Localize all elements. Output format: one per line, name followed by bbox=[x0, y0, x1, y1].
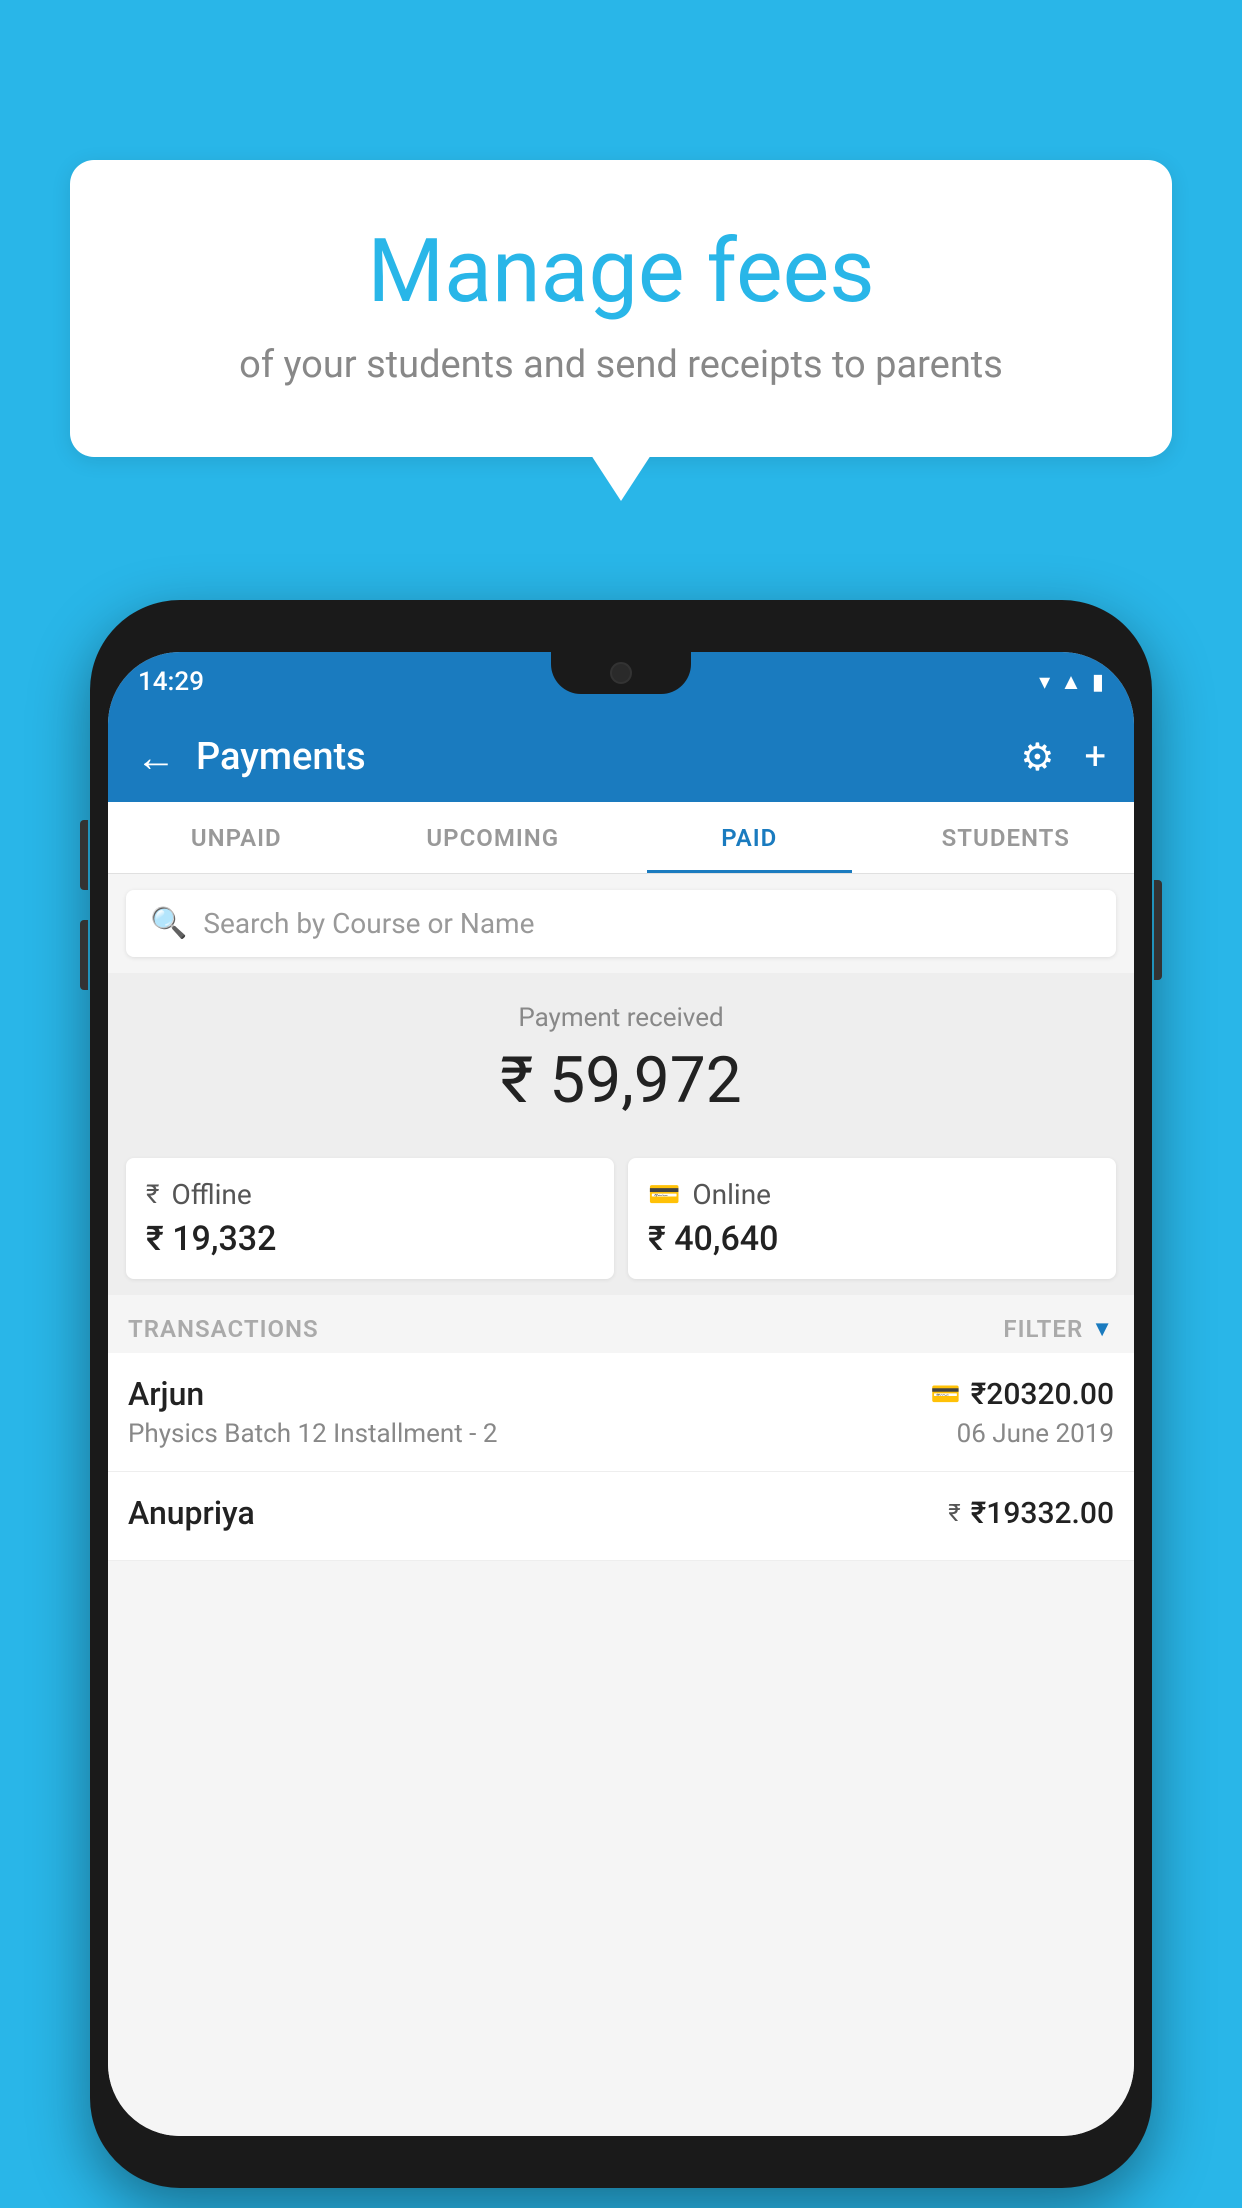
tab-students[interactable]: STUDENTS bbox=[878, 802, 1135, 873]
transaction-course: Physics Batch 12 Installment - 2 bbox=[128, 1419, 497, 1449]
offline-card-header: ₹ Offline bbox=[146, 1178, 594, 1211]
payment-received-amount: ₹ 59,972 bbox=[128, 1043, 1114, 1118]
signal-icon: ▲ bbox=[1060, 669, 1082, 695]
tab-upcoming[interactable]: UPCOMING bbox=[365, 802, 622, 873]
battery-icon: ▮ bbox=[1092, 670, 1104, 695]
speech-bubble: Manage fees of your students and send re… bbox=[70, 160, 1172, 457]
speech-bubble-subtitle: of your students and send receipts to pa… bbox=[120, 343, 1122, 387]
content-area: 🔍 Search by Course or Name Payment recei… bbox=[108, 874, 1134, 2136]
phone-screen: 14:29 ▾ ▲ ▮ ← Payments ⚙ + UNPAID UPCOMI… bbox=[108, 652, 1134, 2136]
back-button[interactable]: ← bbox=[136, 734, 176, 781]
transaction-date: 06 June 2019 bbox=[957, 1419, 1114, 1449]
search-input[interactable]: Search by Course or Name bbox=[203, 907, 534, 940]
transaction-top-row: Arjun 💳 ₹20320.00 bbox=[128, 1375, 1114, 1413]
add-button[interactable]: + bbox=[1084, 735, 1106, 779]
status-icons: ▾ ▲ ▮ bbox=[1039, 669, 1104, 695]
online-payment-card: 💳 Online ₹ 40,640 bbox=[628, 1158, 1116, 1279]
online-label: Online bbox=[692, 1178, 771, 1211]
transaction-amount: ₹20320.00 bbox=[971, 1377, 1114, 1412]
app-bar-actions: ⚙ + bbox=[1020, 735, 1106, 780]
transaction-name: Anupriya bbox=[128, 1494, 255, 1532]
online-card-header: 💳 Online bbox=[648, 1178, 1096, 1211]
camera bbox=[610, 662, 632, 684]
payment-received-label: Payment received bbox=[128, 1003, 1114, 1033]
filter-label: FILTER bbox=[1003, 1315, 1083, 1343]
search-bar[interactable]: 🔍 Search by Course or Name bbox=[126, 890, 1116, 957]
offline-icon: ₹ bbox=[146, 1180, 159, 1210]
payment-cards-row: ₹ Offline ₹ 19,332 💳 Online ₹ 40,640 bbox=[108, 1142, 1134, 1295]
phone-shell: 14:29 ▾ ▲ ▮ ← Payments ⚙ + UNPAID UPCOMI… bbox=[90, 600, 1152, 2188]
filter-icon: ▼ bbox=[1091, 1316, 1114, 1342]
app-title: Payments bbox=[196, 735, 1000, 779]
transaction-name: Arjun bbox=[128, 1375, 204, 1413]
speech-bubble-title: Manage fees bbox=[120, 220, 1122, 323]
settings-button[interactable]: ⚙ bbox=[1020, 735, 1054, 780]
transaction-row[interactable]: Arjun 💳 ₹20320.00 Physics Batch 12 Insta… bbox=[108, 1353, 1134, 1472]
wifi-icon: ▾ bbox=[1039, 670, 1050, 695]
card-payment-icon: 💳 bbox=[931, 1380, 961, 1408]
app-bar: ← Payments ⚙ + bbox=[108, 712, 1134, 802]
tab-paid[interactable]: PAID bbox=[621, 802, 878, 873]
status-time: 14:29 bbox=[138, 667, 204, 697]
payment-received-section: Payment received ₹ 59,972 bbox=[108, 973, 1134, 1142]
transactions-label: TRANSACTIONS bbox=[128, 1315, 319, 1343]
transaction-amount: ₹19332.00 bbox=[971, 1496, 1114, 1531]
volume-down-button bbox=[80, 920, 88, 990]
tab-unpaid[interactable]: UNPAID bbox=[108, 802, 365, 873]
transaction-amount-row: 💳 ₹20320.00 bbox=[931, 1377, 1114, 1412]
offline-amount: ₹ 19,332 bbox=[146, 1219, 594, 1259]
transaction-bottom-row: Physics Batch 12 Installment - 2 06 June… bbox=[128, 1419, 1114, 1449]
volume-up-button bbox=[80, 820, 88, 890]
online-amount: ₹ 40,640 bbox=[648, 1219, 1096, 1259]
offline-payment-card: ₹ Offline ₹ 19,332 bbox=[126, 1158, 614, 1279]
transaction-amount-row: ₹ ₹19332.00 bbox=[948, 1496, 1114, 1531]
tabs-bar: UNPAID UPCOMING PAID STUDENTS bbox=[108, 802, 1134, 874]
search-icon: 🔍 bbox=[150, 906, 187, 941]
offline-label: Offline bbox=[171, 1178, 251, 1211]
notch bbox=[551, 652, 691, 694]
power-button bbox=[1154, 880, 1162, 980]
cash-payment-icon: ₹ bbox=[948, 1499, 960, 1527]
transactions-header: TRANSACTIONS FILTER ▼ bbox=[108, 1295, 1134, 1353]
transaction-row[interactable]: Anupriya ₹ ₹19332.00 bbox=[108, 1472, 1134, 1561]
online-icon: 💳 bbox=[648, 1180, 680, 1210]
transaction-top-row: Anupriya ₹ ₹19332.00 bbox=[128, 1494, 1114, 1532]
filter-button[interactable]: FILTER ▼ bbox=[1003, 1315, 1114, 1343]
